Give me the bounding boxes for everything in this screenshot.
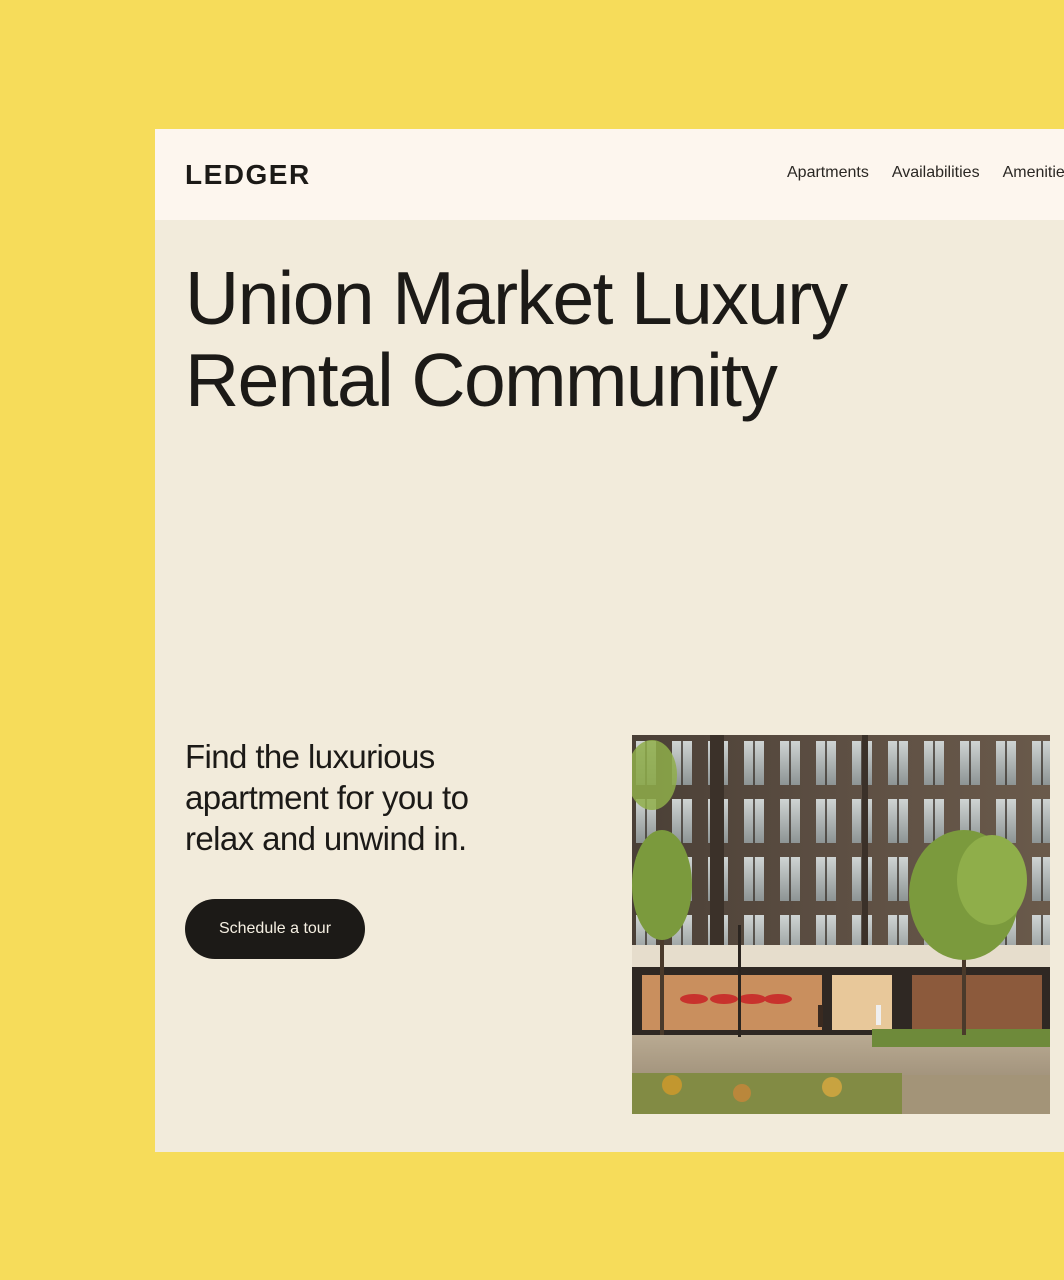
- nav-link-availabilities[interactable]: Availabilities: [892, 162, 980, 184]
- hero-title-line-2: Rental Community: [185, 338, 778, 422]
- hero-title: Union Market Luxury Rental Community: [185, 257, 965, 421]
- website-window: LEDGER Apartments Availabilities Ameniti…: [155, 129, 1064, 1152]
- schedule-tour-button[interactable]: Schedule a tour: [185, 899, 365, 959]
- nav-link-amenities[interactable]: Amenities: [1003, 162, 1064, 184]
- apartment-building-photo: [632, 735, 1050, 1114]
- hero-subtitle: Find the luxurious apartment for you to …: [185, 738, 469, 857]
- brand-logo[interactable]: LEDGER: [185, 159, 311, 191]
- site-header: LEDGER Apartments Availabilities Ameniti…: [155, 129, 1064, 220]
- hero-title-line-1: Union Market Luxury: [185, 256, 848, 340]
- main-nav: Apartments Availabilities Amenities: [787, 162, 1064, 184]
- nav-link-apartments[interactable]: Apartments: [787, 162, 869, 184]
